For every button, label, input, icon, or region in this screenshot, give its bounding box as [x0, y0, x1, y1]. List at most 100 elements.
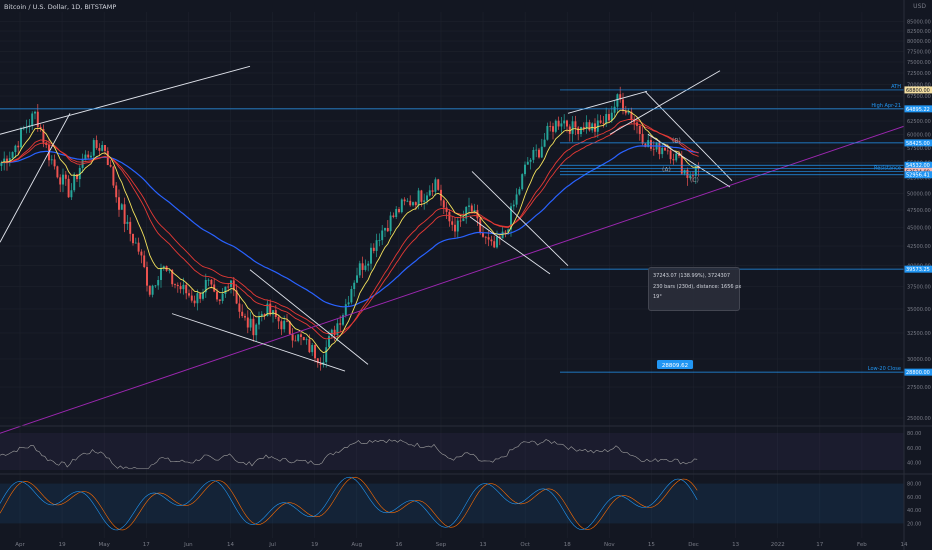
candle-body — [577, 127, 580, 135]
level-label: High Apr-21 — [871, 103, 901, 109]
candle-body — [104, 145, 106, 151]
candle-body — [650, 140, 652, 149]
candle-body — [59, 177, 62, 185]
candle-body — [157, 279, 160, 286]
candle-body — [557, 120, 560, 127]
candle-body — [437, 179, 440, 190]
candle-body — [328, 336, 330, 348]
candle-body — [515, 194, 518, 205]
candle-body — [398, 208, 400, 213]
candle-body — [277, 317, 280, 322]
candle-body — [92, 140, 95, 156]
candle-body — [487, 237, 490, 240]
x-tick-label: Apr — [15, 542, 25, 548]
candle-body — [602, 122, 605, 124]
candle-body — [386, 227, 389, 232]
candle-body — [241, 311, 244, 317]
candle-body — [31, 113, 34, 126]
candle-body — [238, 303, 241, 312]
price-tick-label: 37500.00 — [907, 285, 931, 291]
candle-body — [246, 317, 249, 328]
candle-body — [664, 147, 666, 151]
callout-text: 28809.62 — [662, 363, 688, 369]
candle-body — [504, 231, 507, 233]
price-tick-label: 32500.00 — [907, 331, 931, 337]
price-tick-label: 45000.00 — [907, 226, 931, 232]
candle-body — [566, 120, 568, 127]
candle-body — [484, 236, 487, 238]
candle-body — [512, 204, 515, 207]
candle-body — [17, 145, 20, 148]
x-tick-label: 16 — [395, 542, 402, 548]
candle-body — [353, 282, 356, 290]
price-tick-label: 75000.00 — [907, 60, 931, 66]
symbol-title: Bitcoin / U.S. Dollar, 1D, BITSTAMP — [4, 3, 117, 11]
candle-body — [599, 120, 602, 123]
measure-line-2: 230 bars (230d), distance: 1656 px — [653, 283, 742, 290]
candle-body — [224, 286, 227, 294]
candle-body — [350, 289, 353, 303]
candle-body — [580, 126, 582, 135]
candle-body — [529, 159, 532, 162]
x-tick-label: May — [99, 542, 111, 548]
price-tick-label: 35000.00 — [907, 307, 931, 313]
price-badge-text: 39573.25 — [906, 267, 930, 273]
candle-body — [269, 303, 272, 315]
candle-body — [174, 284, 176, 285]
candle-body — [196, 293, 199, 304]
candle-body — [154, 285, 157, 287]
measure-tooltip: 37243.07 (138.99%), 3724307 230 bars (23… — [648, 267, 742, 311]
price-badge-text: 58425.00 — [906, 141, 930, 147]
candle-body — [34, 111, 36, 114]
candle-body — [252, 318, 255, 336]
candle-body — [118, 197, 120, 210]
level-label: ATH — [891, 84, 901, 90]
candle-body — [389, 215, 392, 232]
candle-body — [73, 174, 76, 191]
candle-body — [56, 166, 59, 178]
candle-body — [563, 120, 566, 124]
candle-body — [493, 241, 496, 248]
candle-body — [423, 200, 426, 202]
candle-body — [218, 299, 221, 301]
candle-body — [518, 189, 521, 195]
candle-body — [112, 166, 115, 186]
candle-body — [448, 211, 451, 222]
candle-body — [588, 122, 591, 131]
x-tick-label: Aug — [351, 542, 362, 548]
candle-body — [370, 247, 372, 264]
candle-body — [179, 286, 182, 290]
candle-body — [255, 324, 258, 336]
candle-body — [524, 164, 526, 175]
candle-body — [297, 334, 300, 341]
candle-body — [20, 128, 22, 148]
x-tick-label: 17 — [143, 542, 150, 548]
chart-canvas[interactable]: Apr 19 May 17 Jun 14 Jul 19 Aug 16 Sep 13 Oct 18 Nov 15… — [0, 0, 932, 550]
candle-body — [535, 149, 538, 151]
candle-body — [333, 329, 336, 335]
candle-body — [414, 202, 417, 206]
candle-body — [64, 174, 67, 179]
price-tick-label: 62500.00 — [907, 119, 931, 125]
price-tick-label: 80000.00 — [907, 39, 931, 45]
stoch-tick-label: 60.00 — [907, 495, 921, 501]
candle-body — [574, 121, 577, 128]
wave-label: (B) — [672, 137, 681, 144]
candle-body — [120, 204, 123, 210]
candle-body — [101, 145, 104, 151]
candle-body — [188, 293, 190, 296]
candle-body — [468, 205, 470, 207]
candle-body — [221, 293, 224, 301]
candle-body — [540, 146, 543, 158]
candle-body — [658, 142, 661, 155]
x-tick-label: Oct — [520, 542, 530, 548]
x-tick-label: 13 — [732, 542, 739, 548]
price-tick-label: 47500.00 — [907, 208, 931, 214]
wave-label: (A) — [662, 166, 671, 173]
price-tick-label: 72500.00 — [907, 71, 931, 77]
candle-body — [339, 323, 342, 325]
candle-body — [143, 255, 146, 268]
candle-body — [95, 140, 98, 149]
candle-body — [364, 265, 367, 270]
candle-body — [148, 285, 151, 295]
